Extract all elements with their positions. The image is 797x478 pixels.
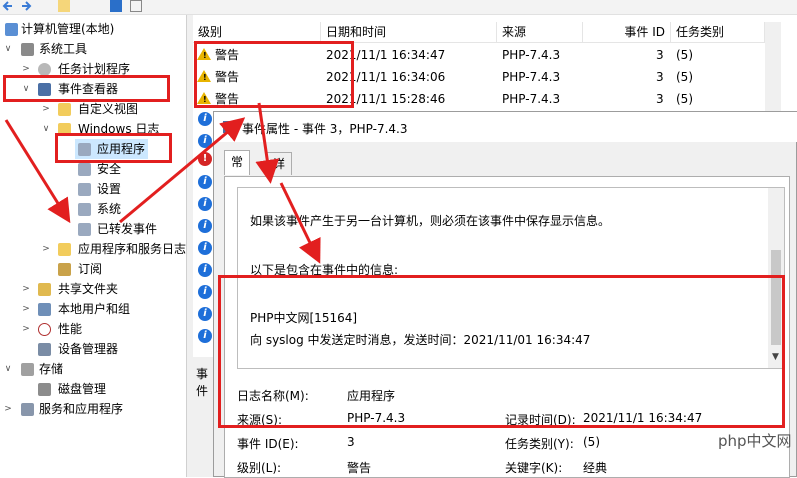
column-event-id[interactable]: 事件 ID xyxy=(583,22,671,42)
source-value: PHP-7.4.3 xyxy=(347,411,406,425)
event-list-scrollbar[interactable] xyxy=(765,22,781,122)
subscription-icon xyxy=(58,263,71,276)
tree-item-forwarded-events[interactable]: 已转发事件 xyxy=(0,219,186,239)
chevron-right-icon[interactable]: > xyxy=(21,279,31,299)
tab-details[interactable]: 详细信息 xyxy=(266,152,293,237)
tree-item-application[interactable]: 应用程序 xyxy=(75,139,148,159)
chevron-down-icon[interactable]: ∨ xyxy=(3,39,13,59)
chevron-down-icon[interactable]: ▼ xyxy=(772,352,779,362)
column-task-category[interactable]: 任务类别 xyxy=(671,22,765,42)
event-viewer-icon xyxy=(223,121,235,133)
info-icon: i xyxy=(198,219,212,233)
event-description[interactable]: 如果该事件产生于另一台计算机，则必须在该事件中保存显示信息。 以下是包含在事件中… xyxy=(237,187,785,369)
table-row[interactable]: ! 警告 2021/11/1 16:34:06 PHP-7.4.3 3 (5) xyxy=(193,66,765,88)
tree-item-subscriptions[interactable]: 订阅 xyxy=(0,259,186,279)
tab-general[interactable]: 常规 xyxy=(224,150,251,191)
info-icon: i xyxy=(198,241,212,255)
disk-icon xyxy=(38,383,51,396)
storage-icon xyxy=(21,363,34,376)
event-id-value: 3 xyxy=(347,435,355,449)
event-viewer-icon xyxy=(38,83,51,96)
folder-up-icon[interactable] xyxy=(58,0,70,12)
error-icon: ! xyxy=(198,152,212,166)
info-icon: i xyxy=(198,329,212,343)
computer-icon xyxy=(5,23,18,36)
forward-icon[interactable] xyxy=(20,0,32,12)
lower-pane: 事件 xyxy=(193,357,213,477)
tree-item-services-apps[interactable]: > 服务和应用程序 xyxy=(0,399,186,419)
info-icon: i xyxy=(198,175,212,189)
info-icon: i xyxy=(198,112,212,126)
chevron-down-icon[interactable]: ∨ xyxy=(21,79,31,99)
toolbar xyxy=(0,0,797,15)
tree-item-event-viewer[interactable]: ∨ 事件查看器 xyxy=(0,79,186,99)
dialog-titlebar: 事件属性 - 事件 3，PHP-7.4.3 xyxy=(214,112,797,142)
watermark: php中文网 xyxy=(718,432,792,450)
tree-item-computer-management[interactable]: 计算机管理(本地) xyxy=(0,19,186,39)
chevron-down-icon[interactable]: ∨ xyxy=(3,359,13,379)
tree-item-app-services-logs[interactable]: > 应用程序和服务日志 xyxy=(0,239,186,259)
chevron-right-icon[interactable]: > xyxy=(3,399,13,419)
chevron-right-icon[interactable]: > xyxy=(41,99,51,119)
tree-item-task-scheduler[interactable]: > 任务计划程序 xyxy=(0,59,186,79)
chevron-right-icon[interactable]: > xyxy=(21,59,31,79)
log-name-value: 应用程序 xyxy=(347,389,396,403)
tab-panel-general: 如果该事件产生于另一台计算机，则必须在该事件中保存显示信息。 以下是包含在事件中… xyxy=(224,176,790,478)
tree-item-disk-management[interactable]: 磁盘管理 xyxy=(0,379,186,399)
info-icon: i xyxy=(198,307,212,321)
keywords-value: 经典 xyxy=(583,461,608,475)
table-row[interactable]: ! 警告 2021/11/1 15:28:46 PHP-7.4.3 3 (5) xyxy=(193,88,765,110)
tree-item-shared-folders[interactable]: > 共享文件夹 xyxy=(0,279,186,299)
log-icon xyxy=(78,223,91,236)
chevron-right-icon[interactable]: > xyxy=(41,239,51,259)
clock-icon xyxy=(38,63,51,76)
shared-folder-icon xyxy=(38,283,51,296)
event-list-header: 级别 日期和时间 来源 事件 ID 任务类别 xyxy=(193,22,765,43)
description-scrollbar[interactable]: ▼ xyxy=(768,188,784,368)
tree-item-system-tools[interactable]: ∨ 系统工具 xyxy=(0,39,186,59)
tools-icon xyxy=(21,43,34,56)
tree-item-custom-views[interactable]: > 自定义视图 xyxy=(0,99,186,119)
event-properties-dialog: 事件属性 - 事件 3，PHP-7.4.3 常规 详细信息 如果该事件产生于另一… xyxy=(213,111,797,478)
chevron-down-icon[interactable]: ∨ xyxy=(41,119,51,139)
table-row[interactable]: ! 警告 2021/11/1 16:34:47 PHP-7.4.3 3 (5) xyxy=(193,44,765,66)
tree-item-local-users[interactable]: > 本地用户和组 xyxy=(0,299,186,319)
scrollbar-thumb[interactable] xyxy=(771,250,781,345)
chevron-right-icon[interactable]: > xyxy=(21,319,31,339)
users-icon xyxy=(38,303,51,316)
info-icon: i xyxy=(198,134,212,148)
view-icon[interactable] xyxy=(130,0,142,12)
folder-icon xyxy=(58,243,71,256)
folder-icon xyxy=(58,123,71,136)
navigation-tree: 计算机管理(本地) ∨ 系统工具 > 任务计划程序 ∨ 事件查看器 > 自定义视… xyxy=(0,15,187,477)
performance-icon xyxy=(38,323,51,336)
task-category-value: (5) xyxy=(583,435,600,449)
properties-icon[interactable] xyxy=(110,0,122,12)
folder-icon xyxy=(58,103,71,116)
tree-item-security[interactable]: 安全 xyxy=(0,159,186,179)
tree-item-setup[interactable]: 设置 xyxy=(0,179,186,199)
column-level[interactable]: 级别 xyxy=(193,22,321,42)
logged-value: 2021/11/1 16:34:47 xyxy=(583,411,703,425)
log-icon xyxy=(78,163,91,176)
column-source[interactable]: 来源 xyxy=(497,22,583,42)
device-manager-icon xyxy=(38,343,51,356)
tree-item-storage[interactable]: ∨ 存储 xyxy=(0,359,186,379)
tree-item-windows-logs[interactable]: ∨ Windows 日志 xyxy=(0,119,186,139)
log-icon xyxy=(78,203,91,216)
info-icon: i xyxy=(198,285,212,299)
tree-item-system[interactable]: 系统 xyxy=(0,199,186,219)
log-icon xyxy=(78,143,91,156)
info-icon: i xyxy=(198,197,212,211)
info-icon: i xyxy=(198,263,212,277)
chevron-right-icon[interactable]: > xyxy=(21,299,31,319)
tree-item-device-manager[interactable]: 设备管理器 xyxy=(0,339,186,359)
level-value: 警告 xyxy=(347,461,372,475)
tree-item-performance[interactable]: > 性能 xyxy=(0,319,186,339)
services-icon xyxy=(21,403,34,416)
dialog-title: 事件属性 - 事件 3，PHP-7.4.3 xyxy=(242,122,408,136)
log-icon xyxy=(78,183,91,196)
back-icon[interactable] xyxy=(2,0,14,12)
column-datetime[interactable]: 日期和时间 xyxy=(321,22,497,42)
